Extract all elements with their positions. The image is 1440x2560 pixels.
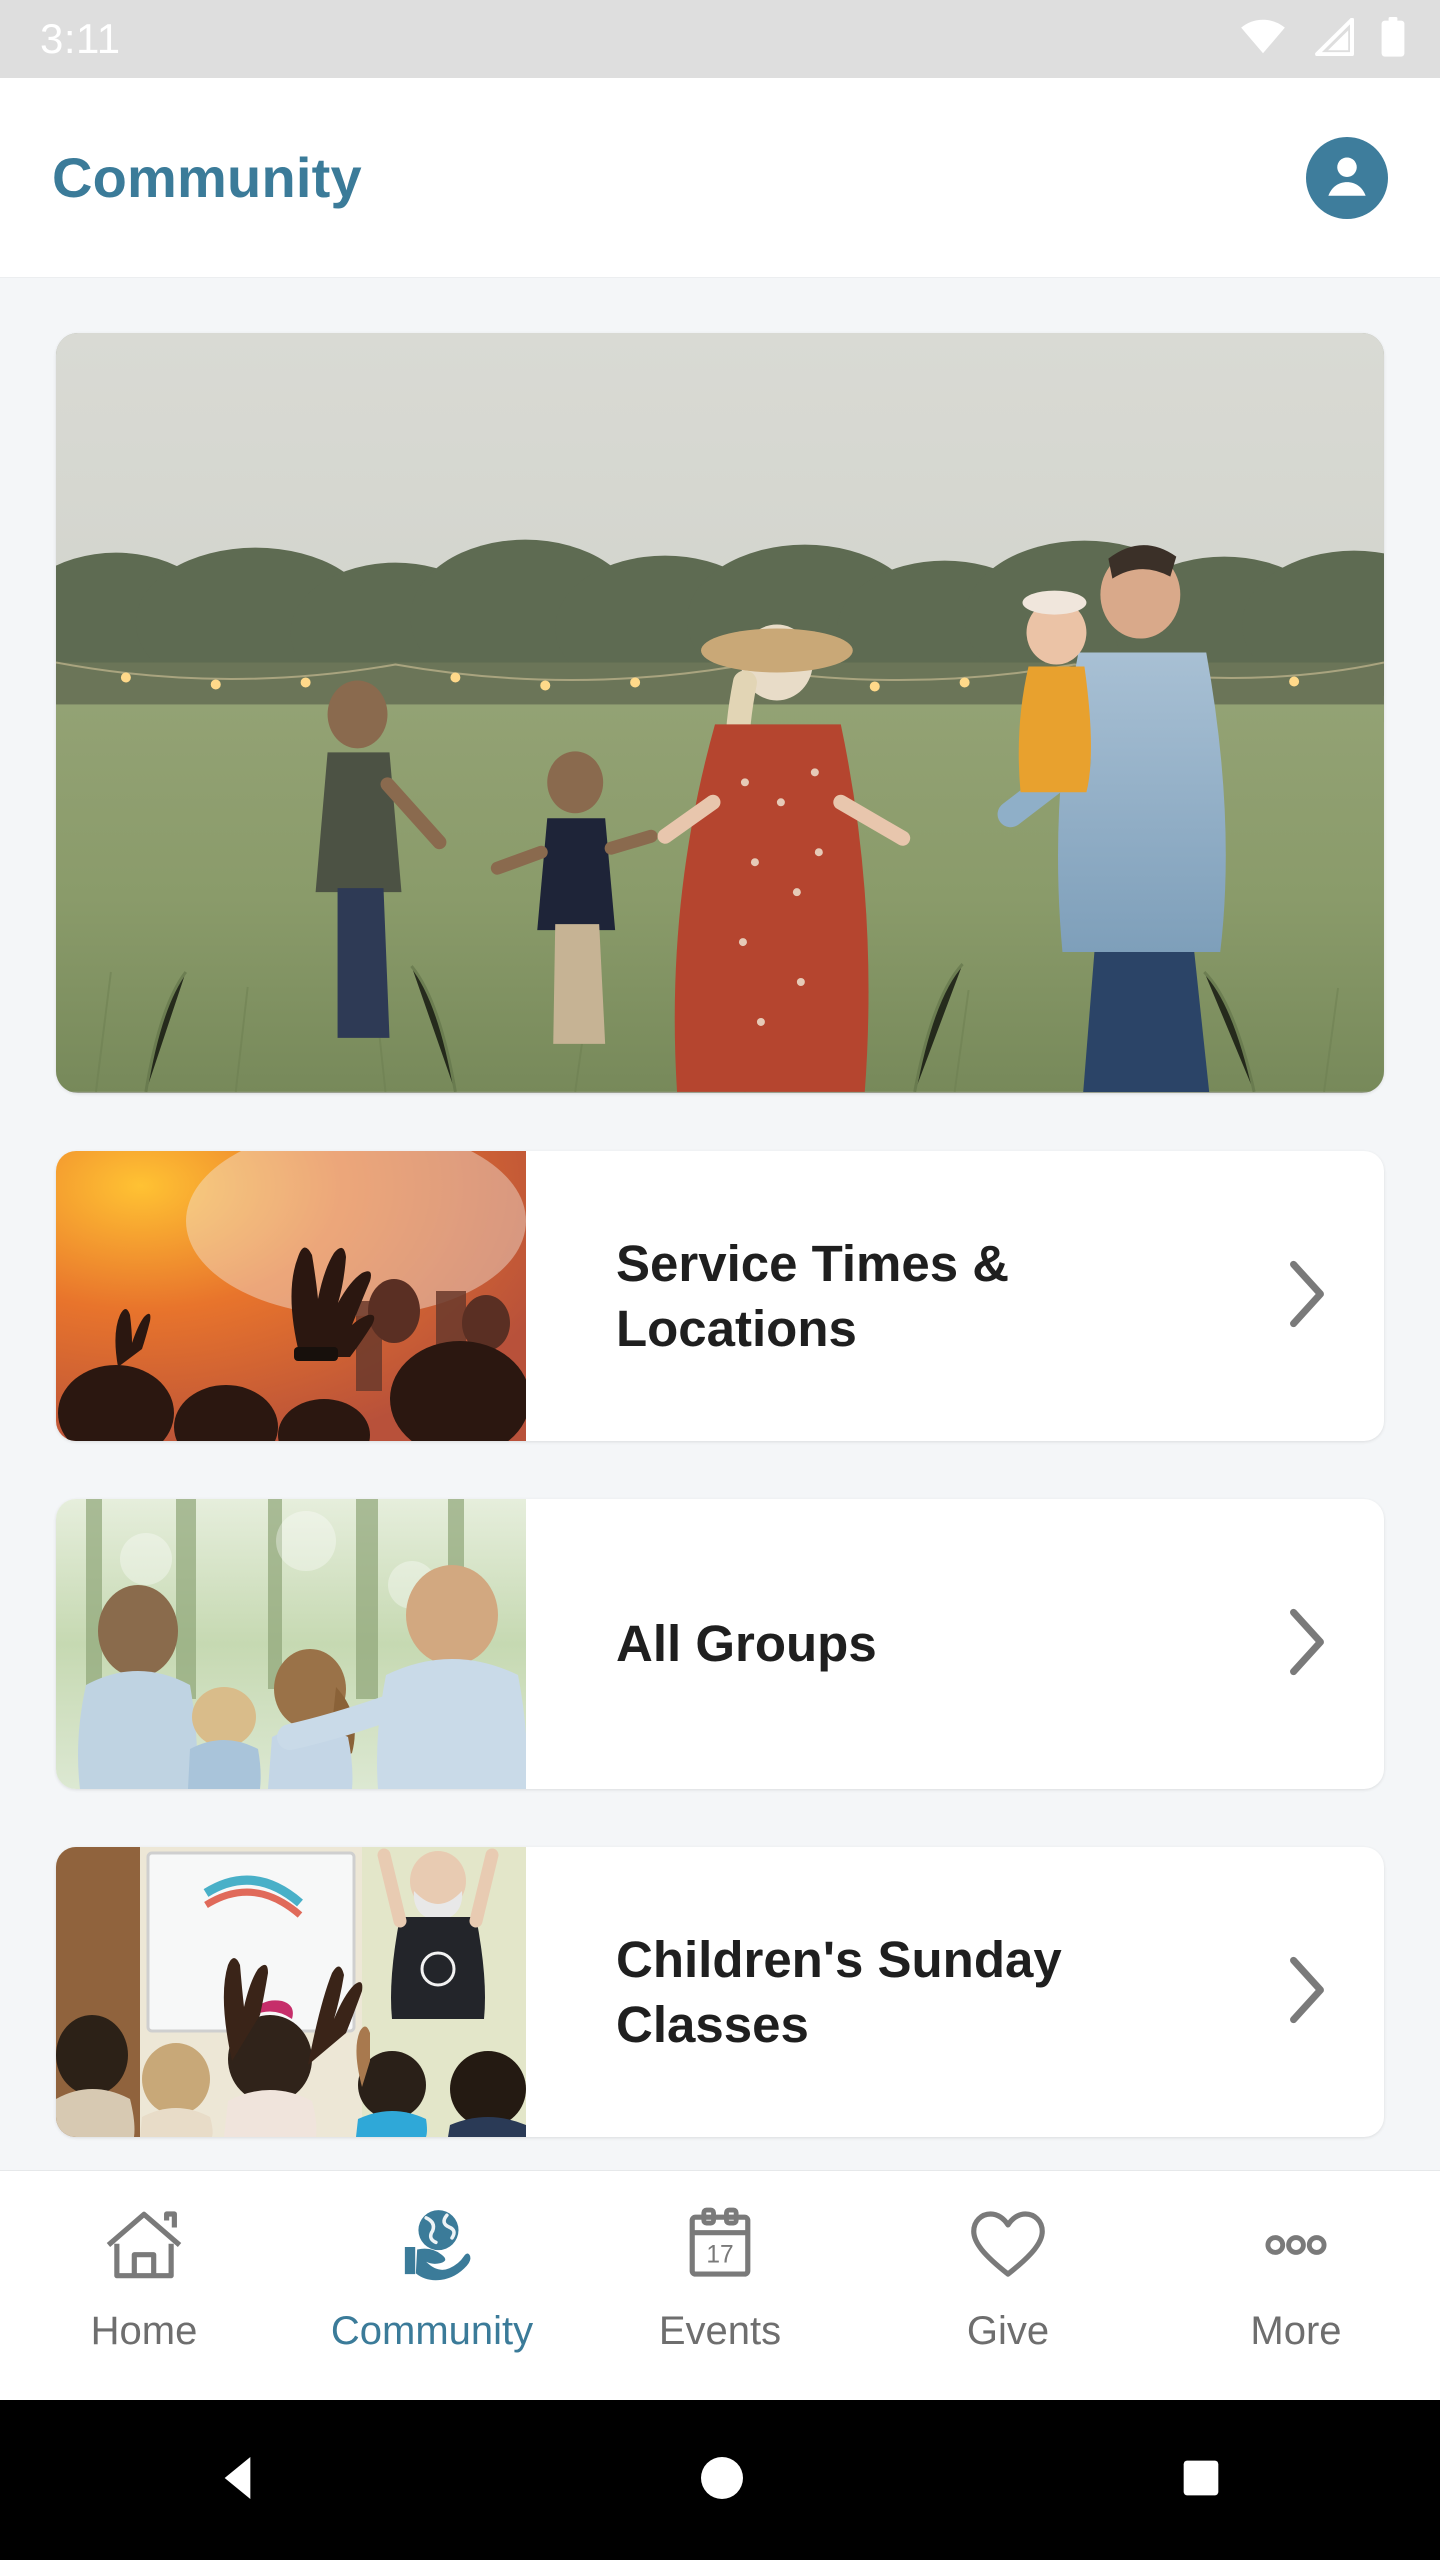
nav-item-events[interactable]: 17 Events	[576, 2197, 864, 2354]
nav-item-label: Home	[90, 2309, 198, 2353]
worship-service-thumbnail	[56, 1151, 526, 1441]
wifi-icon	[1240, 19, 1286, 60]
list-item-title: All Groups	[616, 1615, 877, 1673]
calendar-icon: 17	[678, 2197, 762, 2293]
nav-item-label: More	[1250, 2309, 1342, 2353]
globe-in-hand-icon	[390, 2197, 474, 2293]
family-in-forest-thumbnail	[56, 1499, 526, 1789]
android-system-navigation	[0, 2400, 1440, 2560]
nav-item-label: Give	[966, 2309, 1050, 2353]
nav-item-home[interactable]: Home	[0, 2197, 288, 2354]
nav-item-label: Community	[330, 2309, 534, 2353]
community-content-scroll[interactable]: Service Times & Locations All Groups Chi…	[0, 278, 1440, 2170]
calendar-day-number: 17	[706, 2241, 733, 2268]
status-bar: 3:11	[0, 0, 1440, 78]
app-header: Community	[0, 78, 1440, 278]
list-item-title: Children's Sunday Classes	[616, 1930, 1062, 2053]
nav-item-community[interactable]: Community	[288, 2197, 576, 2354]
list-item[interactable]: All Groups	[56, 1499, 1384, 1789]
back-button[interactable]	[213, 2450, 269, 2511]
status-bar-clock: 3:11	[40, 15, 121, 62]
community-hero-banner[interactable]	[56, 333, 1384, 1093]
home-icon	[102, 2197, 186, 2293]
battery-icon	[1380, 16, 1406, 62]
nav-item-label: Events	[658, 2309, 782, 2353]
children-classroom-thumbnail	[56, 1847, 526, 2137]
heart-icon	[966, 2197, 1050, 2293]
nav-item-give[interactable]: Give	[864, 2197, 1152, 2354]
recents-button[interactable]	[1175, 2452, 1227, 2509]
status-bar-icons	[1240, 16, 1406, 62]
ellipsis-icon	[1254, 2197, 1338, 2293]
app-screen: 3:11 Community Service Times & Locations…	[0, 0, 1440, 2560]
chevron-right-icon	[1284, 1259, 1330, 1334]
list-item[interactable]: Children's Sunday Classes	[56, 1847, 1384, 2137]
bottom-navigation: Home Community 17 Events Give More	[0, 2170, 1440, 2400]
cellular-signal-icon	[1312, 17, 1354, 61]
home-button[interactable]	[694, 2450, 750, 2511]
chevron-right-icon	[1284, 1955, 1330, 2030]
page-title: Community	[52, 146, 362, 209]
nav-item-more[interactable]: More	[1152, 2197, 1440, 2354]
account-avatar-button[interactable]	[1306, 136, 1388, 219]
list-item[interactable]: Service Times & Locations	[56, 1151, 1384, 1441]
account-avatar-icon	[1321, 149, 1373, 206]
list-item-title: Service Times & Locations	[616, 1234, 1010, 1357]
hero-illustration	[56, 333, 1384, 1092]
chevron-right-icon	[1284, 1607, 1330, 1682]
